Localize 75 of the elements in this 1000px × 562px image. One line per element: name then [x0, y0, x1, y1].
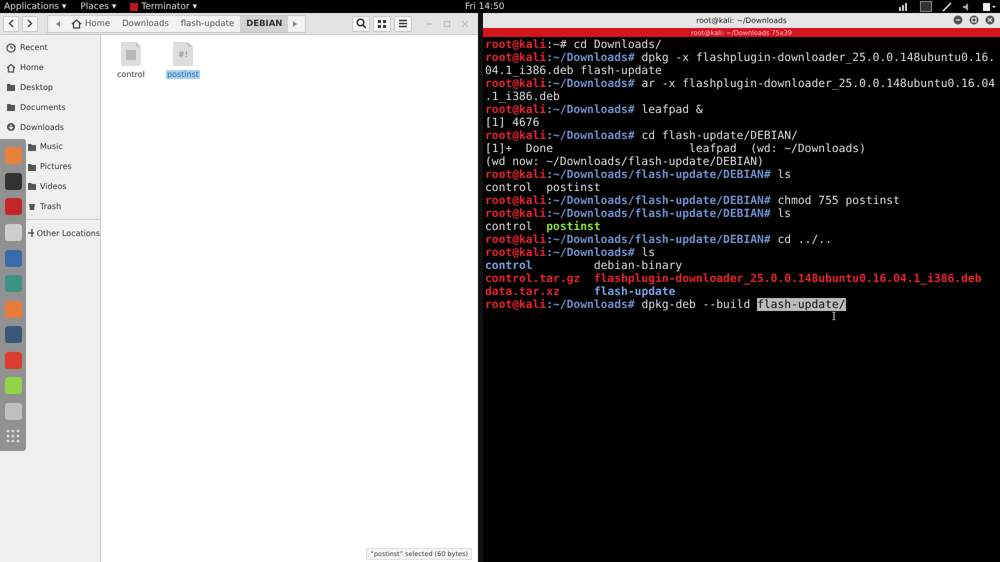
terminal-line: root@kali:~/Downloads/flash-update/DEBIAN# ls [485, 207, 792, 220]
terminal-line: control postinst [485, 181, 602, 194]
menu-icon [398, 19, 408, 28]
sidebar-item[interactable]: Downloads [0, 117, 100, 137]
sidebar-item[interactable]: Trash [26, 196, 100, 216]
forward-button[interactable] [22, 16, 38, 32]
top-menu[interactable]: Places ▾ [80, 2, 116, 12]
terminal-line: [1] 4676 [485, 116, 540, 129]
terminal-line: root@kali:~# cd Downloads/ [485, 38, 663, 51]
file-name[interactable]: control [116, 70, 146, 79]
minimize-icon[interactable] [953, 15, 963, 25]
terminal-line: root@kali:~/Downloads# leafpad & [485, 103, 704, 116]
terminal-line: root@kali:~/Downloads# dpkg -x flashplugin-downloader_25.0.0.148ubuntu0.16. [485, 51, 996, 64]
terminal-line: root@kali:~/Downloads# ls [485, 246, 656, 259]
path-crumb[interactable]: DEBIAN [240, 16, 288, 32]
terminal-line: control postinst [485, 220, 602, 233]
grid-view-button[interactable] [373, 16, 391, 32]
path-crumb[interactable]: Home [65, 16, 116, 32]
app-launcher-icon[interactable] [4, 250, 22, 267]
close-icon[interactable] [985, 15, 995, 25]
folder-icon [6, 82, 16, 92]
app-launcher-icon[interactable] [4, 172, 22, 190]
file-icon[interactable] [120, 41, 142, 67]
terminal-line: control debian-binary [485, 259, 684, 272]
top-menu[interactable]: Terminator ▾ [130, 2, 198, 12]
terminal-line: root@kali:~/Downloads/flash-update/DEBIAN# ls [485, 168, 792, 181]
sidebar-item[interactable]: Music [26, 136, 100, 157]
path-crumb[interactable]: flash-update [174, 16, 240, 32]
pen-icon[interactable] [942, 2, 952, 12]
terminal-line: root@kali:~/Downloads/flash-update/DEBIAN# cd ../.. [485, 233, 833, 246]
sidebar-item[interactable]: Desktop [0, 78, 100, 98]
mouse-cursor-icon [831, 312, 837, 320]
power-icon[interactable] [982, 2, 996, 12]
app-launcher-icon[interactable] [4, 224, 22, 242]
top-menu[interactable]: Applications ▾ [4, 2, 66, 12]
search-button[interactable] [352, 16, 370, 32]
back-button[interactable] [3, 16, 19, 32]
terminal-line: root@kali:~/Downloads# dpkg-deb --build flash-update/ [485, 298, 846, 311]
sidebar-item[interactable]: Videos [26, 176, 100, 196]
path-crumb[interactable]: Downloads [116, 16, 175, 32]
workspace-icon[interactable] [920, 1, 932, 12]
home-icon [71, 18, 82, 28]
terminal-line: control.tar.gz flashplugin-downloader_25.0.0.148ubuntu0.16.04.1_i386.deb [485, 272, 982, 285]
maximize-icon[interactable] [969, 15, 979, 25]
home-icon [6, 62, 16, 73]
clock: Fri 14:50 [465, 2, 505, 12]
terminal-line: .1_i386.deb [485, 90, 561, 103]
sidebar-item[interactable]: Other Locations [26, 223, 100, 243]
back-icon [8, 19, 14, 28]
forward-icon [27, 19, 33, 28]
scroll-left-icon[interactable] [55, 20, 61, 28]
sidebar-item[interactable]: Pictures [26, 156, 100, 177]
app-launcher-icon[interactable] [4, 326, 22, 344]
download-icon [6, 122, 16, 132]
grid-icon [377, 18, 387, 28]
terminal-line: 04.1_i386.deb flash-update [485, 64, 663, 77]
sidebar-item[interactable]: Recent [0, 38, 100, 58]
terminal-line: root@kali:~/Downloads/flash-update/DEBIAN# chmod 755 postinst [485, 194, 901, 207]
terminator-icon [130, 2, 138, 10]
terminal-line: data.tar.xz flash-update [485, 285, 676, 298]
search-icon [356, 18, 366, 29]
network-icon [898, 2, 910, 12]
app-launcher-icon[interactable] [4, 198, 22, 216]
app-grid-icon[interactable] [6, 428, 20, 443]
terminal-line: [1]+ Done leafpad (wd: ~/Downloads) [485, 142, 867, 155]
terminal-line: root@kali:~/Downloads# cd flash-update/DEBIAN/ [485, 129, 799, 142]
plus-icon [27, 228, 34, 238]
folder-icon [6, 102, 16, 112]
scroll-right-icon[interactable] [292, 20, 298, 28]
clock-icon [6, 42, 16, 53]
terminal-line: root@kali:~/Downloads# ar -x flashplugin-downloader_25.0.0.148ubuntu0.16.04 [485, 77, 996, 90]
sidebar-item[interactable]: Home [0, 58, 100, 78]
menu-button[interactable] [394, 16, 412, 32]
terminal-line: (wd now: ~/Downloads/flash-update/DEBIAN) [485, 155, 765, 168]
sidebar-item[interactable]: Documents [0, 97, 100, 118]
